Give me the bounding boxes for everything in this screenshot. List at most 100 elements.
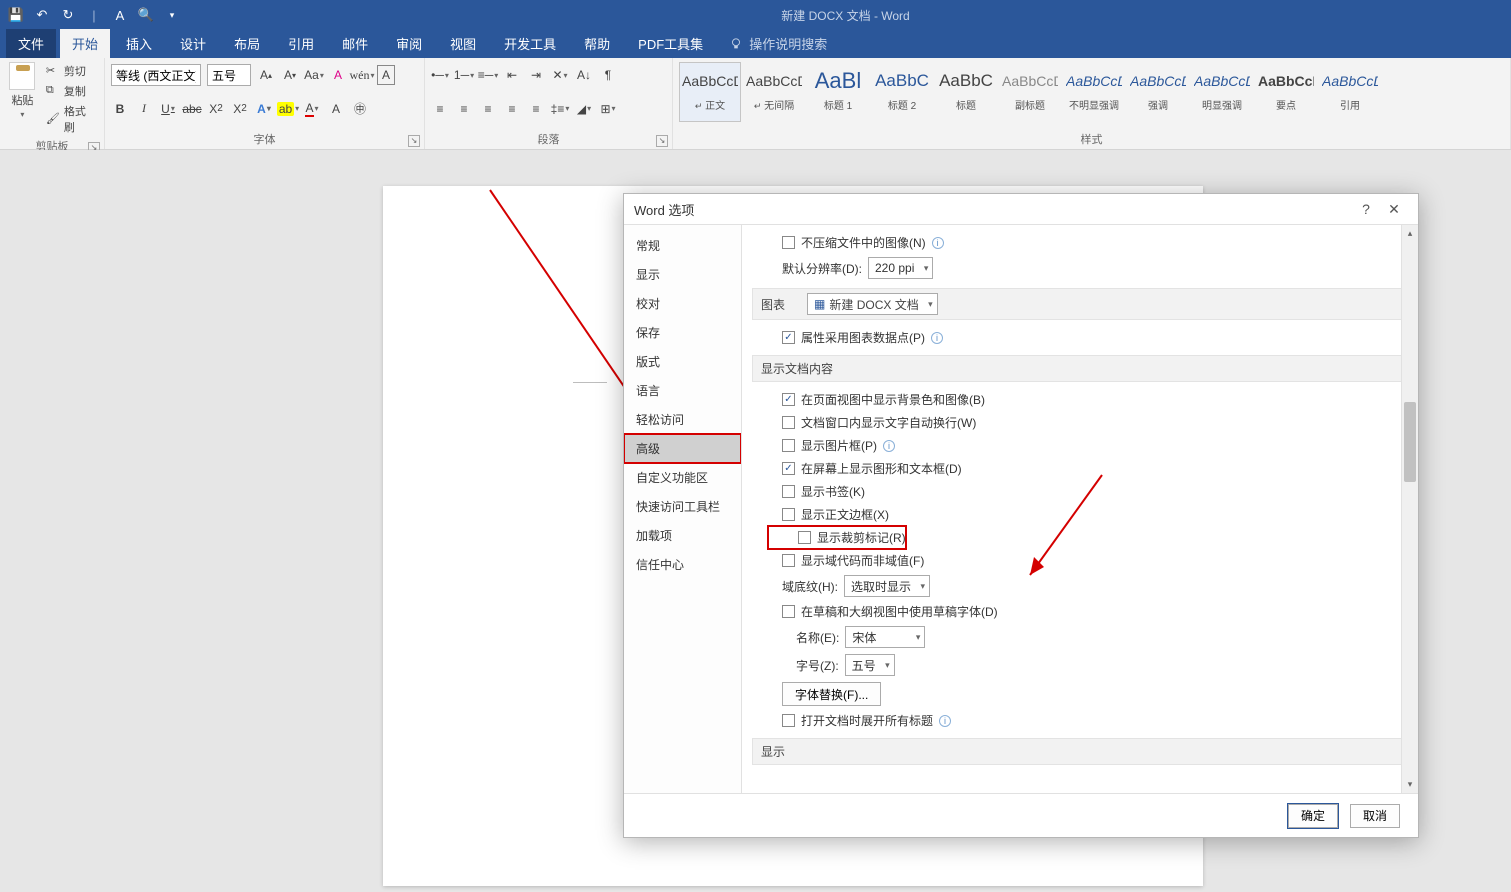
tab-help[interactable]: 帮助 [572,29,622,58]
opt-expand-headings[interactable]: 打开文档时展开所有标题i [752,709,1408,732]
checkbox-icon[interactable] [782,416,795,429]
checkbox-icon[interactable] [782,331,795,344]
opt-text-border[interactable]: 显示正文边框(X) [752,503,1408,526]
tab-review[interactable]: 审阅 [384,29,434,58]
italic-button[interactable]: I [135,99,153,119]
opt-pic-frame[interactable]: 显示图片框(P)i [752,434,1408,457]
paste-button[interactable]: 粘贴 ▾ [6,62,39,136]
info-icon[interactable]: i [883,440,895,452]
checkbox-icon[interactable] [782,393,795,406]
superscript-button[interactable]: X2 [231,99,249,119]
touch-mode-icon[interactable]: A [112,7,128,23]
format-painter-button[interactable]: 🖌格式刷 [43,102,98,136]
style-title[interactable]: AaBbC标题 [935,62,997,122]
style-heading1[interactable]: AaBl标题 1 [807,62,869,122]
print-preview-icon[interactable]: 🔍 [138,7,154,23]
checkbox-icon[interactable] [782,714,795,727]
checkbox-icon[interactable] [782,605,795,618]
decrease-indent-button[interactable]: ⇤ [503,65,521,85]
underline-button[interactable]: U [159,99,177,119]
borders-button[interactable]: ⊞ [599,99,617,119]
nav-trust[interactable]: 信任中心 [624,550,741,579]
save-icon[interactable]: 💾 [8,7,24,23]
tell-me[interactable]: 操作说明搜索 [719,29,837,58]
field-shade-select[interactable]: 选取时显示 [844,575,930,597]
checkbox-icon[interactable] [782,439,795,452]
highlight-button[interactable]: ab [279,99,297,119]
multilevel-button[interactable]: ≡─ [479,65,497,85]
font-color-button[interactable]: A [303,99,321,119]
nav-advanced[interactable]: 高级 [624,434,741,463]
opt-draft-font[interactable]: 在草稿和大纲视图中使用草稿字体(D) [752,600,1408,623]
draft-name-select[interactable]: 宋体 [845,626,925,648]
tab-home[interactable]: 开始 [60,29,110,58]
tab-mailings[interactable]: 邮件 [330,29,380,58]
font-name-select[interactable] [111,64,201,86]
font-launcher[interactable]: ↘ [408,135,420,147]
copy-button[interactable]: ⧉复制 [43,82,98,100]
asian-layout-button[interactable]: ✕ [551,65,569,85]
style-emphasis[interactable]: AaBbCcDd强调 [1127,62,1189,122]
char-border-button[interactable]: A [377,65,395,85]
checkbox-icon[interactable] [782,236,795,249]
draft-size-select[interactable]: 五号 [845,654,895,676]
style-quote[interactable]: AaBbCcDd引用 [1319,62,1381,122]
numbering-button[interactable]: 1─ [455,65,473,85]
nav-language[interactable]: 语言 [624,376,741,405]
text-effects-button[interactable]: A [255,99,273,119]
align-center-button[interactable]: ≡ [455,99,473,119]
info-icon[interactable]: i [939,715,951,727]
opt-no-compress[interactable]: 不压缩文件中的图像(N)i [752,231,1408,254]
sort-button[interactable]: A↓ [575,65,593,85]
font-substitute-button[interactable]: 字体替换(F)... [782,682,881,706]
tab-developer[interactable]: 开发工具 [492,29,568,58]
redo-icon[interactable]: ↻ [60,7,76,23]
distribute-button[interactable]: ≡ [527,99,545,119]
opt-show-bg[interactable]: 在页面视图中显示背景色和图像(B) [752,388,1408,411]
nav-proofing[interactable]: 校对 [624,289,741,318]
paragraph-launcher[interactable]: ↘ [656,135,668,147]
nav-general[interactable]: 常规 [624,231,741,260]
nav-qat[interactable]: 快速访问工具栏 [624,492,741,521]
justify-button[interactable]: ≡ [503,99,521,119]
scroll-up-icon[interactable]: ▴ [1402,225,1418,242]
grow-font-button[interactable]: A▴ [257,65,275,85]
font-size-select[interactable] [207,64,251,86]
clear-format-button[interactable]: A [329,65,347,85]
style-subtitle[interactable]: AaBbCcD副标题 [999,62,1061,122]
opt-chart-prop[interactable]: 属性采用图表数据点(P)i [752,326,1408,349]
opt-wrap-win[interactable]: 文档窗口内显示文字自动换行(W) [752,411,1408,434]
tab-layout[interactable]: 布局 [222,29,272,58]
nav-display[interactable]: 显示 [624,260,741,289]
tab-insert[interactable]: 插入 [114,29,164,58]
strikethrough-button[interactable]: abc [183,99,201,119]
style-strong[interactable]: AaBbCcD要点 [1255,62,1317,122]
close-button[interactable]: ✕ [1380,195,1408,223]
info-icon[interactable]: i [932,237,944,249]
styles-gallery[interactable]: AaBbCcDd↵ 正文 AaBbCcDd↵ 无间隔 AaBl标题 1 AaBb… [679,62,1504,122]
bold-button[interactable]: B [111,99,129,119]
opt-field-codes[interactable]: 显示域代码而非域值(F) [752,549,1408,572]
checkbox-icon[interactable] [782,462,795,475]
style-heading2[interactable]: AaBbC标题 2 [871,62,933,122]
style-subtle-em[interactable]: AaBbCcDd不明显强调 [1063,62,1125,122]
options-scrollbar[interactable]: ▴ ▾ [1401,225,1418,793]
checkbox-icon[interactable] [782,508,795,521]
ok-button[interactable]: 确定 [1288,804,1338,828]
tab-file[interactable]: 文件 [6,29,56,58]
align-left-button[interactable]: ≡ [431,99,449,119]
align-right-button[interactable]: ≡ [479,99,497,119]
qat-dropdown-icon[interactable]: ▾ [164,7,180,23]
cut-button[interactable]: ✂剪切 [43,62,98,80]
tab-pdf[interactable]: PDF工具集 [626,29,715,58]
opt-crop-marks[interactable]: 显示裁剪标记(R) [768,526,906,549]
tab-design[interactable]: 设计 [168,29,218,58]
nav-layout[interactable]: 版式 [624,347,741,376]
tab-view[interactable]: 视图 [438,29,488,58]
nav-addins[interactable]: 加载项 [624,521,741,550]
style-intense-em[interactable]: AaBbCcDd明显强调 [1191,62,1253,122]
nav-customize-ribbon[interactable]: 自定义功能区 [624,463,741,492]
help-button[interactable]: ? [1352,195,1380,223]
shading-button[interactable]: ◢ [575,99,593,119]
char-shading-button[interactable]: A [327,99,345,119]
